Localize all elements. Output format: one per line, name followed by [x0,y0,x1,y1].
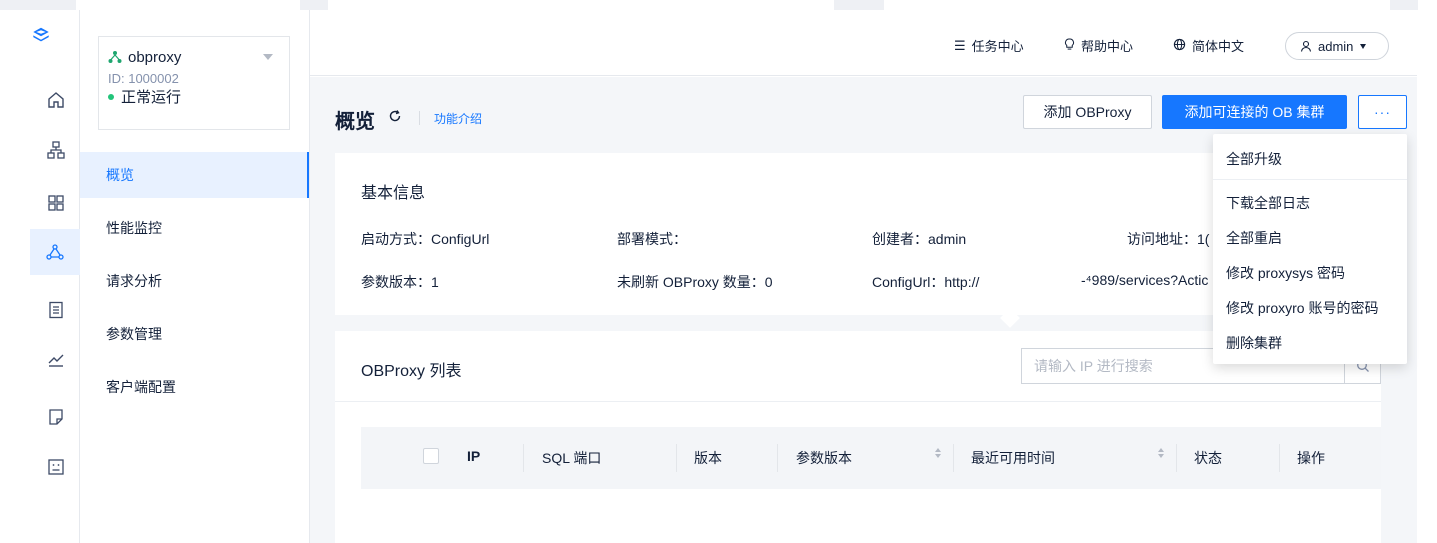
feature-intro-link[interactable]: 功能介绍 [434,110,482,127]
file-icon[interactable] [44,405,68,429]
language-switch[interactable]: 简体中文 [1173,36,1244,55]
lightbulb-icon [1064,37,1075,54]
chevron-down-icon[interactable] [263,54,273,60]
side-menu: 概览 性能监控 请求分析 参数管理 客户端配置 [80,152,309,417]
table-header: IP SQL 端口 版本 参数版本 最近可用时间 状态 操作 [361,427,1381,489]
help-center-label: 帮助中心 [1081,39,1134,54]
menu-delete-cluster[interactable]: 删除集群 [1226,333,1282,353]
more-actions-dropdown: 全部升级 下载全部日志 全部重启 修改 proxysys 密码 修改 proxy… [1213,134,1407,364]
menu-download-all-logs[interactable]: 下载全部日志 [1226,193,1310,213]
task-center-link[interactable]: ☰ 任务中心 [954,36,1024,55]
dropdown-divider [1213,179,1407,180]
menu-item-parameters[interactable]: 参数管理 [80,311,309,357]
globe-icon [1173,38,1186,54]
col-last-available[interactable]: 最近可用时间 [971,448,1055,468]
list-icon: ☰ [954,37,966,53]
cluster-topology-icon[interactable] [44,138,68,162]
menu-change-proxyro-password[interactable]: 修改 proxyro 账号的密码 [1226,298,1378,318]
col-actions: 操作 [1297,450,1325,466]
cluster-selector[interactable]: obproxy ID: 1000002 正常运行 [98,36,290,130]
more-actions-button[interactable]: ··· [1358,95,1407,129]
creator: 创建者：admin [872,231,967,247]
param-version: 参数版本：1 [361,274,439,290]
obproxy-cluster-icon [108,51,122,63]
oceanbase-logo-icon[interactable] [32,26,74,68]
start-mode: 启动方式：ConfigUrl [361,231,490,247]
add-ob-cluster-button[interactable]: 添加可连接的 OB 集群 [1162,95,1347,129]
page-title: 概览 [335,111,375,133]
menu-item-overview[interactable]: 概览 [80,152,309,198]
col-param-version-label: 参数版本 [796,450,852,466]
document-list-icon[interactable] [44,298,68,322]
basic-info-title: 基本信息 [361,185,426,202]
task-center-label: 任务中心 [971,39,1024,54]
cluster-status: 正常运行 [121,89,182,106]
list-divider [335,401,1381,402]
status-dot [108,93,114,100]
col-version: 版本 [694,450,722,466]
config-url-tail: -⁴989/services?Actic [1081,272,1209,288]
config-url: ConfigUrl：http:// [872,274,980,290]
menu-item-performance[interactable]: 性能监控 [80,205,309,251]
top-strip [0,0,1437,10]
user-menu[interactable]: admin [1285,32,1389,60]
grid-icon[interactable] [44,191,68,215]
col-last-available-label: 最近可用时间 [971,450,1055,466]
menu-item-request-analysis[interactable]: 请求分析 [80,258,309,304]
language-label: 简体中文 [1192,39,1245,54]
add-obproxy-button[interactable]: 添加 OBProxy [1023,95,1152,129]
terminal-icon[interactable] [44,455,68,479]
obproxy-icon[interactable] [30,229,80,275]
cluster-name: obproxy [128,48,182,66]
help-center-link[interactable]: 帮助中心 [1064,36,1133,55]
cluster-id: ID: 1000002 [108,71,179,86]
title-divider [419,111,420,125]
caret-down-icon [1360,43,1367,49]
user-name: admin [1318,38,1354,54]
menu-upgrade-all[interactable]: 全部升级 [1226,149,1282,169]
sort-last-available-icon[interactable] [1150,448,1164,458]
icon-rail [0,10,80,543]
col-status: 状态 [1194,450,1222,466]
select-all-checkbox[interactable] [423,448,439,464]
col-param-version[interactable]: 参数版本 [796,448,852,468]
menu-change-proxysys-password[interactable]: 修改 proxysys 密码 [1226,263,1345,283]
line-chart-icon[interactable] [44,348,68,372]
deploy-mode: 部署模式： [617,231,687,247]
home-icon[interactable] [44,88,68,112]
unrefreshed-count: 未刷新 OBProxy 数量：0 [617,274,773,290]
access-address: 访问地址：1( [1127,231,1210,247]
top-header: ☰ 任务中心 帮助中心 简体中文 admin [310,20,1417,76]
sort-param-version-icon[interactable] [927,448,941,458]
user-icon [1300,40,1312,52]
col-sql-port: SQL 端口 [542,450,602,466]
cluster-sidebar: obproxy ID: 1000002 正常运行 概览 性能监控 请求分析 参数… [80,10,310,543]
obproxy-list-title: OBProxy 列表 [361,363,462,380]
menu-restart-all[interactable]: 全部重启 [1226,228,1282,248]
col-ip: IP [467,448,481,464]
refresh-icon[interactable] [388,109,402,123]
menu-item-client-config[interactable]: 客户端配置 [80,364,309,410]
